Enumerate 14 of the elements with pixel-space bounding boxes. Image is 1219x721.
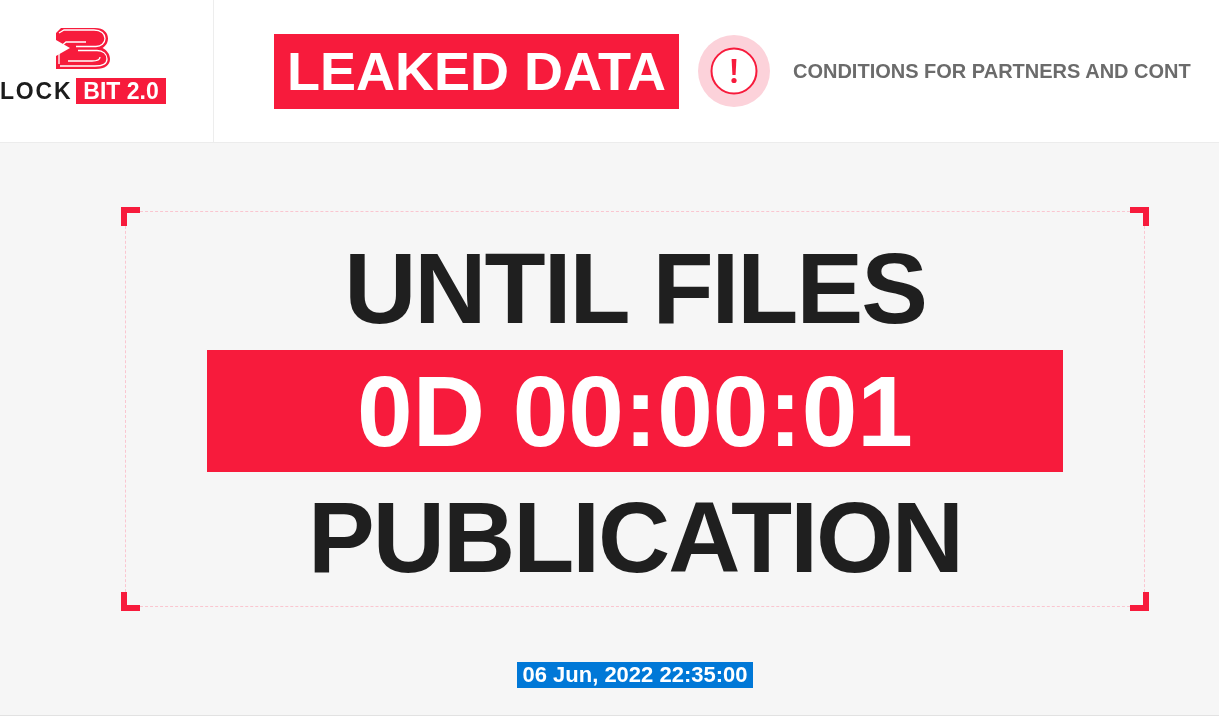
leaked-data-button[interactable]: LEAKED DATA [274, 33, 679, 109]
countdown-timer: 0D 00:00:01 [207, 350, 1063, 472]
corner-bracket-icon [121, 592, 140, 611]
publish-date: 06 Jun, 2022 22:35:00 [517, 662, 753, 688]
countdown-heading: PUBLICATION [308, 487, 962, 587]
logo-text: LOCK [0, 78, 73, 104]
corner-bracket-icon [1130, 592, 1149, 611]
alert-icon [698, 35, 770, 107]
countdown-heading: UNTIL FILES [344, 238, 926, 338]
corner-bracket-icon [1130, 207, 1149, 226]
conditions-link[interactable]: CONDITIONS FOR PARTNERS AND CONT [698, 35, 1191, 107]
letter-b-logo-icon [56, 28, 110, 69]
corner-bracket-icon [121, 207, 140, 226]
logo-tag: BIT 2.0 [76, 78, 166, 104]
